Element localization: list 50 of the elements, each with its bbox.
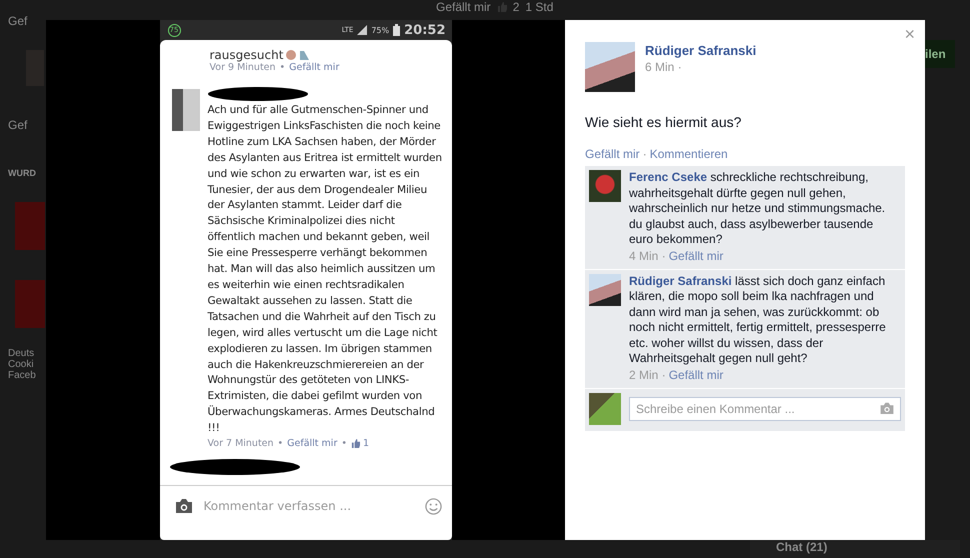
thumbs-up-icon — [496, 2, 507, 12]
clock: 20:52 — [404, 22, 446, 38]
action-link[interactable]: Gefällt mir — [585, 147, 640, 161]
close-button[interactable]: × — [900, 22, 919, 47]
post-time: 1 Std — [525, 0, 554, 14]
footer-link[interactable]: Faceb — [8, 370, 46, 381]
comment-time: 2 Min · — [629, 368, 666, 382]
camera-icon[interactable] — [174, 498, 194, 514]
signal-icon — [357, 25, 368, 35]
author-name[interactable]: Rüdiger Safranski — [645, 43, 756, 58]
share-button[interactable]: ilen — [925, 40, 955, 68]
comment-text: Ferenc Cseke schreckliche rechtschreibung, wahrheitsgehalt dürfte gegen null gehen, wahrscheinlich nur hetze und stimmungsmache. du glaubst auch, dass asylbewerber tausende euro bekommen? — [629, 170, 886, 248]
comment-time: Vor 7 Minuten — [208, 438, 274, 450]
like-link[interactable]: Gef — [8, 118, 46, 132]
comment-text: Ach und für alle Gutmenschen-Spinner und Ewiggestrigen LinksFaschisten die noch keine Hotline zum LKA Sachsen haben, der Mörder des Asylanten aus Eritrea ist ermittelt wurden und wie schon zu erwarten war, ist es ein Tunesier, der aus dem Drogendealer Milieu der Asylanten stammt. Leider darf die Sächsische Kriminalpolizei dies nicht öffentlich machen und bekannt geben, weil Sie eine Pressesperre verhängt bekommen hat. Man will das also heimlich aussitzen um es weiterhin wie einen rechtsradikalen Gewaltakt aussehen zu lassen. Statt die Tatsachen und die Wahrheit auf den Tisch zu legen, wird alles vertuscht um die Lage nicht explodieren zu lassen. Im übrigen stammen auch die Hakenkreuzschmierereien an der Wohnungstür des getöteten von LINKS-Extrimisten, die dabei gefilmt wurden von Überwachungskameras. Armes Deutschalnd !!! — [208, 103, 443, 436]
post-time: Vor 9 Minuten — [210, 62, 276, 73]
like-count: 1 — [362, 438, 370, 450]
author-link[interactable]: Rüdiger Safranski — [629, 274, 732, 288]
comment-time: 4 Min · — [629, 248, 666, 262]
like-link[interactable]: Gef — [8, 14, 46, 28]
like-count: 2 — [512, 0, 520, 14]
separator-dot: • — [276, 438, 284, 450]
action-link[interactable]: Kommentieren — [650, 147, 728, 161]
chat-bar[interactable]: Chat (21) — [750, 540, 960, 558]
avatar[interactable] — [585, 42, 635, 92]
section-heading: WURD — [8, 168, 37, 178]
footer-link[interactable]: Cooki — [8, 359, 46, 370]
like-link[interactable]: Gefällt mir — [289, 62, 340, 73]
separator-dot: • — [340, 438, 348, 450]
photo-placeholder — [172, 89, 200, 131]
battery-percent: 75% — [371, 26, 390, 34]
smiley-icon[interactable] — [424, 498, 442, 515]
comment-input[interactable]: Kommentar verfassen ... — [160, 485, 452, 526]
avatar — [589, 392, 621, 424]
comment-text: Rüdiger Safranski lässt sich doch ganz einfach klären, die mopo soll beim lka nachfragen und dann wird man ja sehen, was zurückkommt: ob noch nicht ermittelt, fertig ermittelt, pressesperre etc. woher willst du wissen, dass der Wahrheitsgehalt gegen null geht? — [629, 274, 887, 366]
battery-icon — [393, 24, 400, 36]
post-message: Wie sieht es hiermit aus? — [585, 114, 742, 130]
post-time: 6 Min · — [645, 60, 683, 74]
comment-field[interactable]: Schreibe einen Kommentar ... — [629, 396, 901, 420]
author-link[interactable]: Ferenc Cseke — [629, 170, 708, 184]
separator-dot: · — [642, 147, 647, 161]
like-link[interactable]: Gefällt mir — [668, 368, 724, 382]
like-link[interactable]: Gefällt mir — [287, 438, 338, 450]
separator-dot: • — [278, 62, 286, 73]
like-link[interactable]: Gefällt mir — [668, 248, 724, 262]
thumbs-up-icon — [350, 439, 360, 448]
footer-link[interactable]: Deuts — [8, 348, 46, 359]
author-name[interactable]: rausgesucht — [210, 48, 284, 62]
avatar[interactable] — [589, 274, 621, 306]
like-link[interactable]: Gefällt mir — [436, 0, 491, 14]
